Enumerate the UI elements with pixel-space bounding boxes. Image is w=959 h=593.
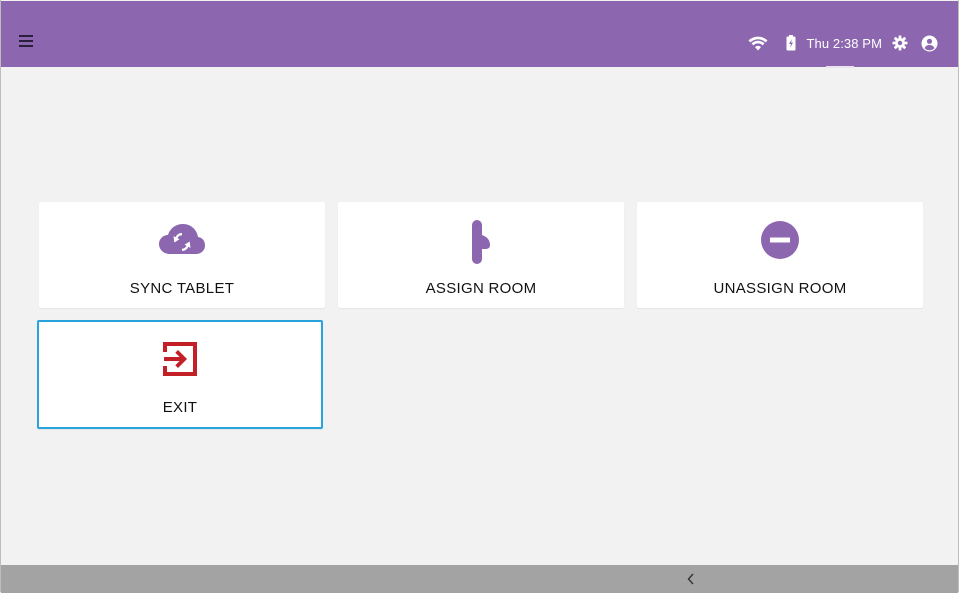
clock-time: Thu 2:38 PM bbox=[806, 35, 882, 51]
minus-circle-icon bbox=[760, 220, 800, 260]
wifi-icon bbox=[748, 35, 768, 51]
hamburger-menu-icon[interactable] bbox=[19, 35, 39, 51]
unassign-room-label: UNASSIGN ROOM bbox=[713, 280, 847, 297]
cloud-sync-icon bbox=[158, 220, 206, 260]
exit-label: EXIT bbox=[162, 399, 198, 416]
assign-room-label: ASSIGN ROOM bbox=[425, 280, 537, 297]
status-area: Thu 2:38 PM bbox=[748, 31, 938, 55]
status-underline bbox=[826, 66, 854, 68]
top-app-bar: Thu 2:38 PM bbox=[1, 1, 958, 67]
account-circle-icon[interactable] bbox=[921, 35, 938, 52]
chevron-left-icon[interactable] bbox=[684, 571, 698, 587]
exit-button[interactable]: EXIT bbox=[37, 320, 323, 429]
assign-room-button[interactable]: ASSIGN ROOM bbox=[338, 202, 624, 308]
sync-tablet-label: SYNC TABLET bbox=[129, 280, 235, 297]
gear-icon[interactable] bbox=[892, 35, 908, 51]
sync-tablet-button[interactable]: SYNC TABLET bbox=[39, 202, 325, 308]
unassign-room-button[interactable]: UNASSIGN ROOM bbox=[637, 202, 923, 308]
system-navigation-bar bbox=[1, 565, 958, 593]
battery-charging-icon bbox=[786, 35, 796, 51]
door-handle-icon bbox=[466, 220, 496, 264]
exit-icon bbox=[160, 339, 200, 379]
